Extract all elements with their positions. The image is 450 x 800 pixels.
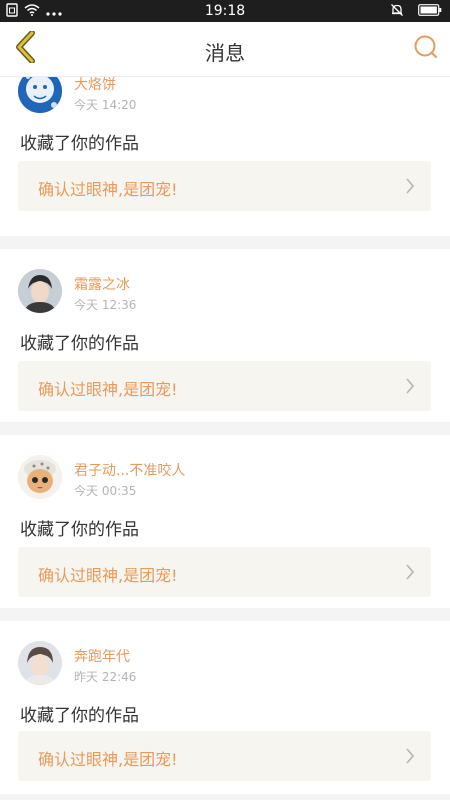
work-title: 确认过眼神,是团宠!	[38, 566, 178, 585]
message-time: 今天 00:35	[74, 484, 137, 498]
user-name[interactable]: 霜露之冰	[74, 274, 130, 294]
action-text: 收藏了你的作品	[20, 134, 139, 154]
work-link[interactable]: 确认过眼神,是团宠!	[18, 731, 431, 781]
action-text: 收藏了你的作品	[20, 520, 139, 540]
work-link[interactable]: 确认过眼神,是团宠!	[18, 161, 431, 211]
user-name[interactable]: 君子动...不准咬人	[74, 460, 185, 480]
search-button[interactable]	[410, 33, 442, 65]
message-list[interactable]: 大烙饼 今天 14:20 收藏了你的作品 确认过眼神,是团宠! 霜露之冰 今天 …	[0, 77, 450, 800]
action-text: 收藏了你的作品	[20, 706, 139, 726]
message-card: 奔跑年代 昨天 22:46 收藏了你的作品 确认过眼神,是团宠!	[0, 621, 450, 794]
status-time: 19:18	[204, 3, 246, 19]
avatar[interactable]	[18, 269, 62, 313]
chevron-right-icon	[405, 177, 415, 195]
avatar[interactable]	[18, 641, 62, 685]
message-card: 霜露之冰 今天 12:36 收藏了你的作品 确认过眼神,是团宠!	[0, 249, 450, 422]
chevron-right-icon	[405, 377, 415, 395]
avatar[interactable]	[18, 77, 62, 113]
user-name[interactable]: 奔跑年代	[74, 646, 130, 666]
message-card: 大烙饼 今天 14:20 收藏了你的作品 确认过眼神,是团宠!	[0, 77, 450, 236]
work-link[interactable]: 确认过眼神,是团宠!	[18, 361, 431, 411]
work-title: 确认过眼神,是团宠!	[38, 750, 178, 769]
nav-bar: 消息	[0, 22, 450, 77]
status-bar: 19:18	[0, 0, 450, 22]
battery-icon	[418, 4, 442, 20]
message-time: 今天 12:36	[74, 298, 137, 312]
chevron-right-icon	[405, 563, 415, 581]
user-name[interactable]: 大烙饼	[74, 77, 116, 94]
message-time: 昨天 22:46	[74, 670, 137, 684]
page-title: 消息	[205, 41, 245, 65]
action-text: 收藏了你的作品	[20, 334, 139, 354]
message-card: 君子动...不准咬人 今天 00:35 收藏了你的作品 确认过眼神,是团宠!	[0, 435, 450, 608]
message-time: 今天 14:20	[74, 98, 137, 112]
work-title: 确认过眼神,是团宠!	[38, 380, 178, 399]
status-right-icons	[390, 3, 442, 21]
avatar[interactable]	[18, 455, 62, 499]
mute-bell-icon	[390, 3, 404, 21]
work-link[interactable]: 确认过眼神,是团宠!	[18, 547, 431, 597]
search-icon	[413, 34, 439, 64]
chevron-right-icon	[405, 747, 415, 765]
work-title: 确认过眼神,是团宠!	[38, 180, 178, 199]
